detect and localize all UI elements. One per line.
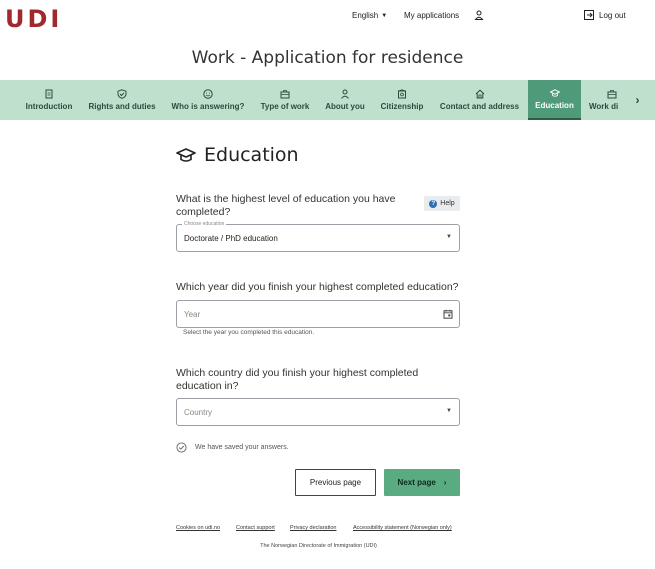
language-selector[interactable]: English ▼: [352, 11, 387, 20]
passport-icon: [398, 89, 406, 99]
language-label: English: [352, 11, 379, 20]
footer-link-accessibility[interactable]: Accessibility statement (Norwegian only): [353, 525, 452, 531]
next-page-label: Next page: [397, 478, 436, 487]
person-icon: [341, 89, 349, 99]
udi-logo[interactable]: UDI: [5, 5, 62, 33]
education-level-question: What is the highest level of education y…: [176, 193, 396, 218]
section-title: Education: [204, 144, 299, 166]
completion-year-question: Which year did you finish your highest c…: [176, 281, 459, 293]
graduation-cap-icon: [176, 148, 196, 162]
chevron-right-icon: ›: [635, 93, 640, 107]
step-contact-and-address[interactable]: Contact and address: [436, 80, 523, 120]
chevron-right-icon: ›: [443, 478, 447, 487]
step-about-you[interactable]: About you: [321, 80, 369, 120]
education-level-field-label: Choose education: [182, 221, 227, 227]
user-icon[interactable]: [474, 10, 484, 20]
chevron-down-icon: ▼: [381, 12, 388, 19]
completion-country-placeholder: Country: [184, 408, 213, 417]
my-applications-link[interactable]: My applications: [404, 11, 459, 20]
shield-check-icon: [117, 89, 127, 99]
completion-country-question: Which country did you finish your highes…: [176, 367, 419, 392]
help-label: Help: [440, 200, 455, 207]
footer-link-cookies[interactable]: Cookies on udi.no: [176, 525, 220, 531]
step-citizenship[interactable]: Citizenship: [377, 80, 427, 120]
previous-page-button[interactable]: Previous page: [295, 469, 376, 496]
completion-year-input[interactable]: Year: [176, 300, 460, 328]
completion-country-select[interactable]: Country ▼: [176, 398, 460, 426]
house-icon: [475, 89, 484, 99]
top-bar: UDI English ▼ My applications Log out: [0, 0, 655, 38]
step-type-of-work[interactable]: Type of work: [257, 80, 313, 120]
footer-organization: The Norwegian Directorate of Immigration…: [260, 543, 377, 549]
saved-message: We have saved your answers.: [195, 444, 289, 451]
section-heading: Education: [176, 144, 299, 166]
next-page-button[interactable]: Next page ›: [384, 469, 460, 496]
graduation-cap-icon: [549, 89, 560, 97]
logout-icon: [584, 10, 594, 20]
chevron-down-icon: ▼: [446, 234, 452, 240]
step-nav-next-button[interactable]: ›: [620, 80, 655, 120]
clipboard-icon: [45, 89, 53, 99]
step-who-is-answering[interactable]: Who is answering?: [168, 80, 248, 120]
smiley-icon: [203, 89, 213, 99]
logout-label: Log out: [599, 10, 626, 20]
step-work-details[interactable]: Work di: [587, 80, 620, 120]
logout-button[interactable]: Log out: [584, 10, 626, 20]
education-level-value: Doctorate / PhD education: [184, 234, 278, 243]
step-rights-and-duties[interactable]: Rights and duties: [86, 80, 158, 120]
completion-year-placeholder: Year: [184, 310, 201, 319]
check-circle-icon: [176, 442, 187, 453]
save-status: We have saved your answers.: [176, 442, 289, 453]
calendar-icon[interactable]: [443, 309, 453, 319]
education-level-select[interactable]: Choose education Doctorate / PhD educati…: [176, 221, 460, 252]
help-button[interactable]: ? Help: [424, 196, 460, 211]
page-title: Work - Application for residence: [191, 48, 464, 68]
footer-link-contact-support[interactable]: Contact support: [236, 525, 275, 531]
step-navigation: Introduction Rights and duties Who is an…: [0, 80, 655, 120]
footer-link-privacy[interactable]: Privacy declaration: [290, 525, 336, 531]
step-education[interactable]: Education: [528, 80, 581, 120]
chevron-down-icon: ▼: [446, 408, 452, 414]
completion-year-hint: Select the year you completed this educa…: [183, 329, 315, 336]
briefcase-icon: [280, 90, 290, 99]
question-icon: ?: [429, 199, 438, 208]
briefcase-icon: [607, 90, 617, 99]
step-introduction[interactable]: Introduction: [20, 80, 78, 120]
